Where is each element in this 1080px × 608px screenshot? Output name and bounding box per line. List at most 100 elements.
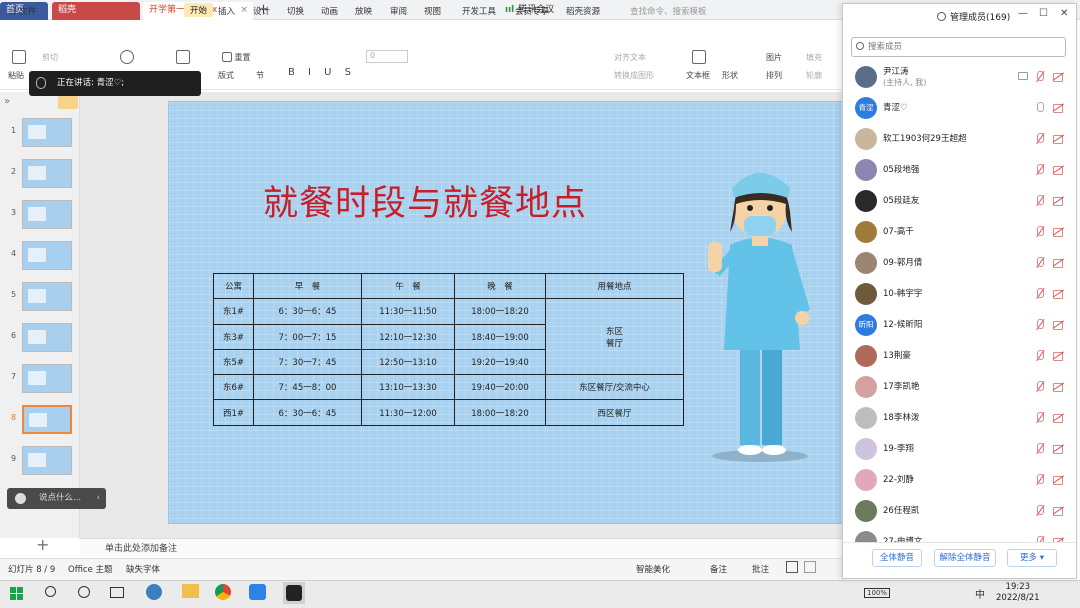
menu-item[interactable]: 设计 <box>253 5 270 17</box>
member-row[interactable]: 青涩 青涩♡ <box>852 95 1070 123</box>
microphone-muted-icon[interactable] <box>1035 505 1045 517</box>
microphone-icon[interactable] <box>1035 102 1045 114</box>
microphone-muted-icon[interactable] <box>1035 474 1045 486</box>
app-icon[interactable] <box>146 584 162 600</box>
fill-button[interactable]: 填充 <box>806 52 822 63</box>
menu-item[interactable]: 审阅 <box>390 5 407 17</box>
microphone-muted-icon[interactable] <box>1035 133 1045 145</box>
command-search[interactable]: 查找命令、搜索模板 <box>630 5 707 17</box>
member-row[interactable]: 09-郭月倩 <box>852 250 1070 278</box>
text-box-button[interactable]: 文本框 <box>686 70 710 81</box>
missing-font-button[interactable]: 缺失字体 <box>126 563 160 575</box>
camera-off-icon[interactable] <box>1053 103 1064 113</box>
add-slide-button[interactable]: + <box>36 535 49 554</box>
microphone-muted-icon[interactable] <box>1035 71 1045 83</box>
beautify-button[interactable]: 智能美化 <box>636 563 670 575</box>
clock[interactable]: 19:23 2022/8/21 <box>996 582 1040 604</box>
schedule-table[interactable]: 公寓 早 餐 午 餐 晚 餐 用餐地点 东1# 6：30一6：45 11:30一… <box>213 272 684 426</box>
menu-item[interactable]: 开发工具 <box>462 5 496 17</box>
slide-thumbnail[interactable] <box>22 118 72 147</box>
slide-thumbnail[interactable] <box>22 241 72 270</box>
slide-thumbnail[interactable] <box>22 405 72 434</box>
search-icon[interactable] <box>45 586 56 597</box>
menu-item[interactable]: 切换 <box>287 5 304 17</box>
section-button[interactable]: 节 <box>256 70 264 81</box>
microphone-muted-icon[interactable] <box>1035 443 1045 455</box>
camera-off-icon[interactable] <box>1053 165 1064 175</box>
close-tab-icon[interactable]: × <box>240 2 248 18</box>
menu-item[interactable]: 开始 <box>184 3 214 17</box>
member-row[interactable]: 18李林泼 <box>852 405 1070 433</box>
slide-thumbnail[interactable] <box>22 323 72 352</box>
chrome-icon[interactable] <box>215 584 231 600</box>
camera-off-icon[interactable] <box>1053 196 1064 206</box>
font-style-buttons[interactable]: B I U S <box>288 67 356 78</box>
wps-icon[interactable] <box>286 585 302 601</box>
shape-button[interactable]: 形状 <box>722 70 738 81</box>
camera-off-icon[interactable] <box>1053 134 1064 144</box>
new-slide-icon[interactable] <box>176 50 190 66</box>
member-row[interactable]: 07-高千 <box>852 219 1070 247</box>
microphone-muted-icon[interactable] <box>1035 164 1045 176</box>
ime-indicator[interactable]: 中 <box>975 586 985 601</box>
camera-off-icon[interactable] <box>1053 506 1064 516</box>
paste-button[interactable]: 粘贴 <box>8 70 24 81</box>
tencent-meeting-icon[interactable] <box>249 584 266 600</box>
menu-item[interactable]: 视图 <box>424 5 441 17</box>
member-row[interactable]: 05段廷友 <box>852 188 1070 216</box>
slide-thumbnail[interactable] <box>22 364 72 393</box>
camera-off-icon[interactable] <box>1053 444 1064 454</box>
align-text-button[interactable]: 对齐文本 <box>614 52 646 63</box>
microphone-muted-icon[interactable] <box>1035 195 1045 207</box>
maximize-icon[interactable]: ☐ <box>1039 8 1048 19</box>
camera-off-icon[interactable] <box>1053 382 1064 392</box>
task-view-icon[interactable] <box>110 587 124 598</box>
sorter-view-icon[interactable] <box>804 561 816 573</box>
camera-off-icon[interactable] <box>1053 289 1064 299</box>
slide-thumbnail[interactable] <box>22 282 72 311</box>
normal-view-icon[interactable] <box>786 561 798 573</box>
microphone-muted-icon[interactable] <box>1035 381 1045 393</box>
play-icon[interactable] <box>120 50 134 66</box>
member-row[interactable]: 17李凯艳 <box>852 374 1070 402</box>
comments-button[interactable]: 批注 <box>752 563 769 575</box>
microphone-muted-icon[interactable] <box>1035 257 1045 269</box>
slide-title[interactable]: 就餐时段与就餐地点 <box>263 175 587 226</box>
camera-off-icon[interactable] <box>1053 72 1064 82</box>
collapse-panel-icon[interactable]: » <box>4 96 10 107</box>
paste-icon[interactable] <box>12 50 26 66</box>
thumbnail-view-icon[interactable] <box>58 96 78 109</box>
arrange-button[interactable]: 排列 <box>766 70 782 81</box>
cut-button[interactable]: 剪切 <box>42 52 58 63</box>
menu-file[interactable]: 三 文件 <box>8 5 36 17</box>
microphone-muted-icon[interactable] <box>1035 412 1045 424</box>
menu-item[interactable]: 稻壳资源 <box>566 5 600 17</box>
camera-off-icon[interactable] <box>1053 475 1064 485</box>
member-row[interactable]: 13荆豪 <box>852 343 1070 371</box>
text-box-icon[interactable] <box>692 50 706 66</box>
camera-off-icon[interactable] <box>1053 351 1064 361</box>
member-row[interactable]: 19-李翔 <box>852 436 1070 464</box>
mute-all-button[interactable]: 全体静音 <box>872 549 922 567</box>
member-row[interactable]: 05段地强 <box>852 157 1070 185</box>
menu-item[interactable]: 插入 <box>218 5 235 17</box>
microphone-muted-icon[interactable] <box>1035 350 1045 362</box>
outline-button[interactable]: 轮廓 <box>806 70 822 81</box>
slide-thumbnail[interactable] <box>22 446 72 475</box>
slide-thumbnail[interactable] <box>22 159 72 188</box>
minimize-icon[interactable]: — <box>1018 8 1028 19</box>
emoji-icon[interactable] <box>15 493 26 504</box>
screen-share-icon[interactable] <box>1018 72 1028 80</box>
camera-off-icon[interactable] <box>1053 227 1064 237</box>
member-row[interactable]: 昕阳 12-候昕阳 <box>852 312 1070 340</box>
convert-button[interactable]: 转换成图形 <box>614 70 654 81</box>
menu-item[interactable]: 会员专享 <box>515 5 549 17</box>
member-row[interactable]: 10-韩宇宇 <box>852 281 1070 309</box>
camera-off-icon[interactable] <box>1053 413 1064 423</box>
slide-thumbnail[interactable] <box>22 200 72 229</box>
member-row[interactable]: 软工1903何29王超超 <box>852 126 1070 154</box>
windows-start-icon[interactable] <box>10 587 24 601</box>
picture-button[interactable]: 图片 <box>766 52 782 63</box>
font-size-input[interactable]: 0 <box>366 50 408 63</box>
tab-wps[interactable]: 稻壳 <box>52 2 140 20</box>
